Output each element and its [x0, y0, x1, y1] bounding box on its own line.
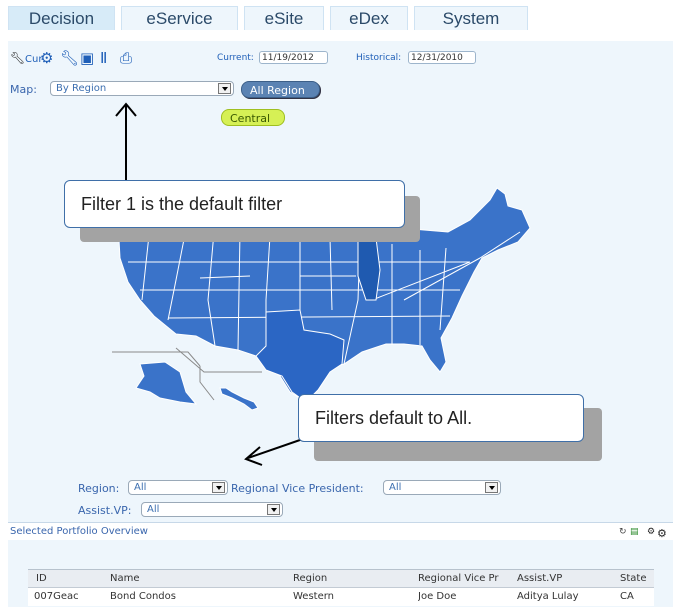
rvp-select[interactable]: All: [383, 480, 501, 495]
chevron-down-icon[interactable]: [212, 482, 225, 493]
table-row[interactable]: 007Geac Bond Condos Western Joe Doe Adit…: [28, 588, 654, 606]
rvp-select-value: All: [389, 482, 402, 493]
hawaii-shape: [219, 387, 259, 411]
callout-filter1: Filter 1 is the default filter: [64, 180, 405, 228]
cell-state: CA: [620, 591, 634, 602]
col-name[interactable]: Name: [110, 573, 140, 584]
region-label: Region:: [78, 482, 120, 495]
avp-select[interactable]: All: [141, 502, 283, 517]
cell-id: 007Geac: [34, 591, 79, 602]
cell-rvp: Joe Doe: [418, 591, 457, 602]
table-header: ID Name Region Regional Vice Pr Assist.V…: [28, 569, 654, 588]
avp-label: Assist.VP:: [78, 504, 132, 517]
cell-name: Bond Condos: [110, 591, 176, 602]
settings-icon[interactable]: ⚙: [657, 527, 667, 540]
col-rvp[interactable]: Regional Vice Pr: [418, 573, 510, 584]
chevron-down-icon[interactable]: [485, 482, 498, 493]
col-state[interactable]: State: [620, 573, 646, 584]
col-id[interactable]: ID: [36, 573, 47, 584]
col-assist-vp[interactable]: Assist.VP: [517, 573, 562, 584]
arrow-down-to-region-select: [244, 430, 301, 466]
rvp-label: Regional Vice President:: [231, 482, 364, 495]
cell-region: Western: [293, 591, 335, 602]
arrow-up-to-map-select: [115, 102, 137, 186]
refresh-icon[interactable]: ↻: [619, 527, 627, 537]
portfolio-title: Selected Portfolio Overview: [10, 526, 148, 537]
chevron-down-icon[interactable]: [267, 504, 280, 515]
callout-filters-all: Filters default to All.: [298, 394, 584, 442]
export-icon[interactable]: ▤: [630, 527, 639, 537]
cell-assist-vp: Aditya Lulay: [517, 591, 579, 602]
region-select[interactable]: All: [128, 480, 228, 495]
col-region[interactable]: Region: [293, 573, 327, 584]
avp-select-value: All: [147, 504, 160, 515]
inset-lines: [112, 347, 262, 401]
region-select-value: All: [134, 482, 147, 493]
alaska-shape: [135, 361, 198, 405]
gear-icon[interactable]: ⚙: [647, 527, 655, 537]
